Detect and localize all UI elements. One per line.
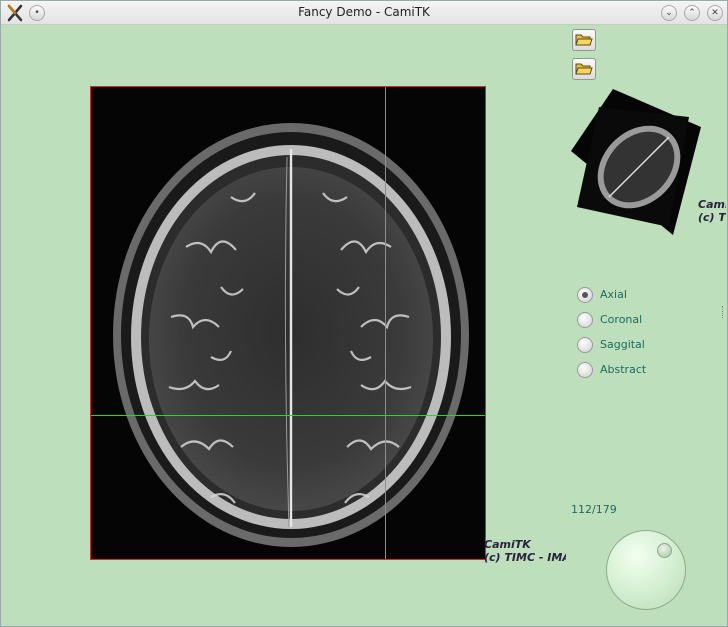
viewer-watermark: CamiTK (c) TIMC - IMAG [484,538,566,564]
radio-indicator-checked[interactable] [577,287,593,303]
folder-open-icon [575,34,593,46]
thumbnail-watermark-line1: CamiTK [698,198,726,211]
radio-saggital[interactable]: Saggital [577,336,697,361]
radio-label-coronal[interactable]: Coronal [600,313,642,326]
title-bar[interactable]: • Fancy Demo - CamiTK ⌄ ⌃ ✕ [1,1,727,25]
radio-abstract[interactable]: Abstract [577,361,697,386]
radio-label-axial[interactable]: Axial [600,288,627,301]
minimize-button[interactable]: ⌄ [661,5,677,21]
crosshair-vertical-line [385,87,386,559]
mri-3d-preview-image [571,89,701,235]
mri-axial-slice-image [91,87,485,559]
radio-indicator[interactable] [577,337,593,353]
app-window: • Fancy Demo - CamiTK ⌄ ⌃ ✕ CamiTK (c) T… [0,0,728,627]
window-title: Fancy Demo - CamiTK [298,5,430,19]
crosshair-horizontal-line [91,415,485,416]
radio-label-saggital[interactable]: Saggital [600,338,645,351]
radio-indicator[interactable] [577,362,593,378]
viewer-watermark-line2: (c) TIMC - IMAG [484,551,566,564]
open-image-button-2[interactable] [572,58,596,80]
rotated-3d-thumbnail[interactable] [569,87,701,237]
radio-label-abstract[interactable]: Abstract [600,363,646,376]
viewer-watermark-line1: CamiTK [484,538,531,551]
thumbnail-watermark: CamiTK (c) TIMC - IMAG [698,198,726,224]
maximize-button[interactable]: ⌃ [684,5,700,21]
orientation-radio-group: Axial Coronal Saggital Abstract [577,286,697,386]
close-button[interactable]: ✕ [707,5,723,21]
slice-dial[interactable] [606,530,686,610]
splitter-handle[interactable] [722,306,726,318]
radio-coronal[interactable]: Coronal [577,311,697,336]
open-image-button-1[interactable] [572,29,596,51]
radio-axial[interactable]: Axial [577,286,697,311]
radio-indicator[interactable] [577,312,593,328]
axial-slice-viewer[interactable] [90,86,486,560]
folder-open-icon [575,63,593,75]
dial-knob-handle[interactable] [657,543,672,558]
thumbnail-watermark-line2: (c) TIMC - IMAG [698,211,726,224]
slice-counter: 112/179 [571,503,617,516]
